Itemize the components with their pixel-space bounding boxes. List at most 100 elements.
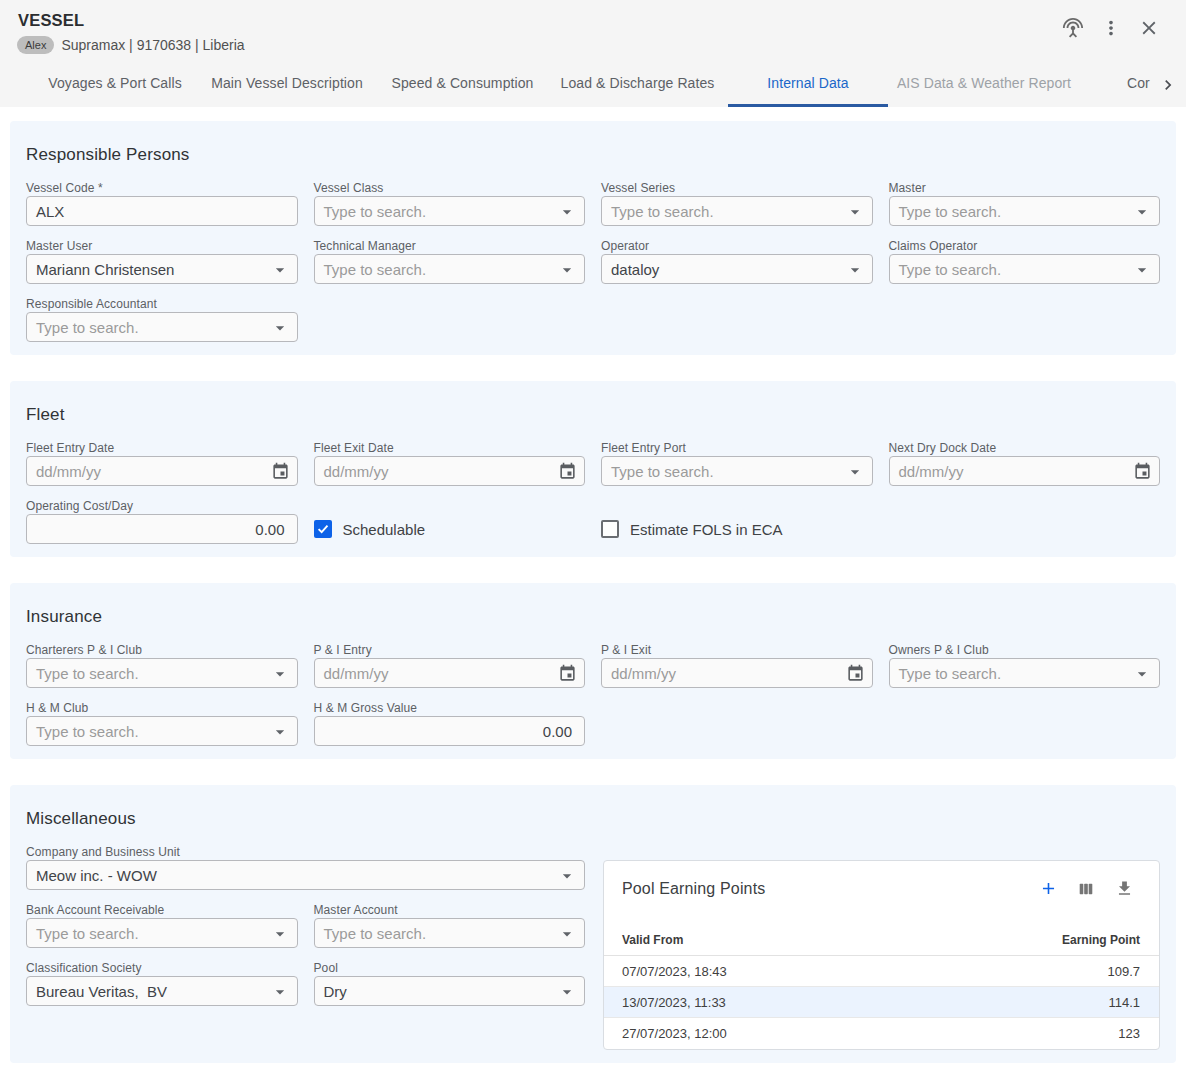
vessel-series-field: Vessel SeriesType to search. <box>601 180 873 226</box>
master-label: Master <box>889 180 1161 196</box>
estimate-fols-in-eca-checkbox[interactable]: Estimate FOLS in ECA <box>601 514 873 544</box>
next-dry-dock-date-calendar-icon[interactable] <box>1133 462 1152 481</box>
charterers-p-i-club-dropdown-icon[interactable] <box>270 664 290 684</box>
operator-value: dataloy <box>611 261 659 278</box>
fleet-entry-date-calendar-icon[interactable] <box>271 462 290 481</box>
p-i-exit-input[interactable]: dd/mm/yy <box>601 658 873 688</box>
tab-main-vessel-description[interactable]: Main Vessel Description <box>211 62 363 104</box>
responsible-persons-section: Responsible PersonsVessel Code *ALXVesse… <box>10 121 1176 355</box>
claims-operator-dropdown-icon[interactable] <box>1132 260 1152 280</box>
vessel-code-value: ALX <box>36 203 64 220</box>
master-user-dropdown-icon[interactable] <box>270 260 290 280</box>
h-m-gross-value-input[interactable]: 0.00 <box>314 716 586 746</box>
fleet-entry-date-input[interactable]: dd/mm/yy <box>26 456 298 486</box>
kebab-menu-icon[interactable] <box>1099 16 1123 40</box>
master-account-input[interactable]: Type to search. <box>314 918 586 948</box>
claims-operator-value: Type to search. <box>899 261 1002 278</box>
fleet-exit-date-label: Fleet Exit Date <box>314 440 586 456</box>
tab-ais-data-weather-report: AIS Data & Weather Report <box>897 62 1071 104</box>
pool-table-row-1[interactable]: 13/07/2023, 11:33114.1 <box>604 987 1159 1018</box>
h-m-club-dropdown-icon[interactable] <box>270 722 290 742</box>
claims-operator-field: Claims OperatorType to search. <box>889 238 1161 284</box>
tab-cor[interactable]: Cor <box>1127 62 1150 104</box>
bank-account-receivable-input[interactable]: Type to search. <box>26 918 298 948</box>
tabs-scroll-right-icon[interactable] <box>1156 73 1180 97</box>
next-dry-dock-date-field: Next Dry Dock Datedd/mm/yy <box>889 440 1161 486</box>
tab-internal-data[interactable]: Internal Data <box>767 62 848 104</box>
col-header-valid-from[interactable]: Valid From <box>622 933 1062 947</box>
vessel-series-dropdown-icon[interactable] <box>845 202 865 222</box>
owners-p-i-club-input[interactable]: Type to search. <box>889 658 1161 688</box>
fleet-entry-port-input[interactable]: Type to search. <box>601 456 873 486</box>
master-user-label: Master User <box>26 238 298 254</box>
bank-account-receivable-dropdown-icon[interactable] <box>270 924 290 944</box>
pool-table-row-2[interactable]: 27/07/2023, 12:00123 <box>604 1018 1159 1049</box>
claims-operator-input[interactable]: Type to search. <box>889 254 1161 284</box>
col-header-earning-point[interactable]: Earning Point <box>1062 933 1140 947</box>
responsible-persons-title: Responsible Persons <box>26 145 1160 165</box>
schedulable-checkbox-box[interactable] <box>314 520 332 538</box>
fleet-section: FleetFleet Entry Datedd/mm/yyFleet Exit … <box>10 381 1176 557</box>
operator-dropdown-icon[interactable] <box>845 260 865 280</box>
h-m-club-field: H & M ClubType to search. <box>26 700 298 746</box>
bank-account-receivable-value: Type to search. <box>36 925 139 942</box>
operating-cost-day-input[interactable]: 0.00 <box>26 514 298 544</box>
owners-p-i-club-dropdown-icon[interactable] <box>1132 664 1152 684</box>
fleet-entry-port-dropdown-icon[interactable] <box>845 462 865 482</box>
row-0-valid-from: 07/07/2023, 18:43 <box>622 964 1107 979</box>
technical-manager-field: Technical Manager Type to search. <box>314 238 586 284</box>
company-and-business-unit-dropdown-icon[interactable] <box>557 866 577 886</box>
fleet-exit-date-calendar-icon[interactable] <box>558 462 577 481</box>
pool-table-row-0[interactable]: 07/07/2023, 18:43109.7 <box>604 956 1159 987</box>
fleet-entry-date-label: Fleet Entry Date <box>26 440 298 456</box>
h-m-club-input[interactable]: Type to search. <box>26 716 298 746</box>
h-m-club-label: H & M Club <box>26 700 298 716</box>
responsible-accountant-input[interactable]: Type to search. <box>26 312 298 342</box>
vessel-class-dropdown-icon[interactable] <box>557 202 577 222</box>
add-row-icon[interactable] <box>1036 877 1060 901</box>
antenna-icon[interactable] <box>1061 16 1085 40</box>
next-dry-dock-date-input[interactable]: dd/mm/yy <box>889 456 1161 486</box>
tab-speed-consumption[interactable]: Speed & Consumption <box>392 62 534 104</box>
technical-manager-dropdown-icon[interactable] <box>557 260 577 280</box>
fleet-exit-date-input[interactable]: dd/mm/yy <box>314 456 586 486</box>
dialog-header: VESSEL Alex Supramax | 9170638 | Liberia <box>0 0 1186 62</box>
classification-society-dropdown-icon[interactable] <box>270 982 290 1002</box>
fleet-exit-date-value: dd/mm/yy <box>324 463 389 480</box>
master-value: Type to search. <box>899 203 1002 220</box>
close-icon[interactable] <box>1137 16 1161 40</box>
p-i-entry-input[interactable]: dd/mm/yy <box>314 658 586 688</box>
pool-dropdown-icon[interactable] <box>557 982 577 1002</box>
technical-manager-label: Technical Manager <box>314 238 586 254</box>
vessel-series-input[interactable]: Type to search. <box>601 196 873 226</box>
master-user-input[interactable]: Mariann Christensen <box>26 254 298 284</box>
vessel-class-value: Type to search. <box>324 203 427 220</box>
master-account-dropdown-icon[interactable] <box>557 924 577 944</box>
company-and-business-unit-input[interactable]: Meow inc. - WOW <box>26 860 585 890</box>
technical-manager-value: Type to search. <box>324 261 427 278</box>
responsible-accountant-dropdown-icon[interactable] <box>270 318 290 338</box>
tab-load-discharge-rates[interactable]: Load & Discharge Rates <box>561 62 715 104</box>
estimate-fols-in-eca-checkbox-box[interactable] <box>601 520 619 538</box>
download-icon[interactable] <box>1112 877 1136 901</box>
tab-voyages-port-calls[interactable]: Voyages & Port Calls <box>48 62 182 104</box>
operating-cost-day-field: Operating Cost/Day0.00 <box>26 498 298 544</box>
pool-input[interactable]: Dry <box>314 976 586 1006</box>
master-input[interactable]: Type to search. <box>889 196 1161 226</box>
master-user-value: Mariann Christensen <box>36 261 174 278</box>
columns-icon[interactable] <box>1074 877 1098 901</box>
charterers-p-i-club-input[interactable]: Type to search. <box>26 658 298 688</box>
technical-manager-input[interactable]: Type to search. <box>314 254 586 284</box>
master-dropdown-icon[interactable] <box>1132 202 1152 222</box>
row-0-earning-point: 109.7 <box>1107 964 1140 979</box>
master-user-field: Master User Mariann Christensen <box>26 238 298 284</box>
vessel-class-input[interactable]: Type to search. <box>314 196 586 226</box>
vessel-series-value: Type to search. <box>611 203 714 220</box>
vessel-code-input[interactable]: ALX <box>26 196 298 226</box>
p-i-entry-calendar-icon[interactable] <box>558 664 577 683</box>
operator-input[interactable]: dataloy <box>601 254 873 284</box>
p-i-exit-calendar-icon[interactable] <box>846 664 865 683</box>
schedulable-checkbox[interactable]: Schedulable <box>314 514 586 544</box>
p-i-entry-label: P & I Entry <box>314 642 586 658</box>
classification-society-input[interactable]: Bureau Veritas, BV <box>26 976 298 1006</box>
